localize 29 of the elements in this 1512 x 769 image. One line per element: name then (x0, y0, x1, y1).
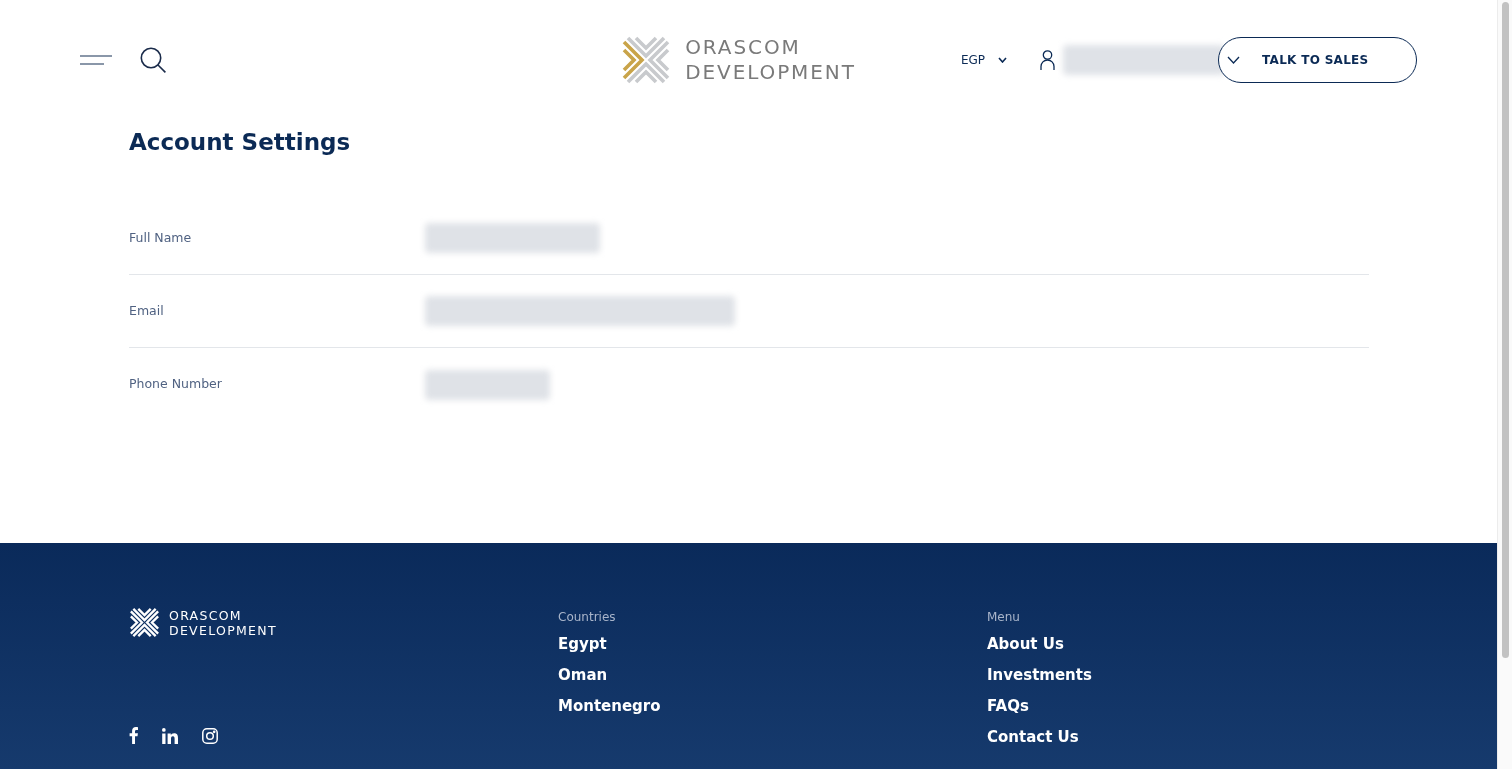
footer-link[interactable]: Oman (558, 660, 608, 691)
footer-link[interactable]: Egypt (558, 629, 607, 660)
facebook-icon[interactable] (129, 727, 138, 744)
logo-text: ORASCOM (685, 35, 801, 60)
footer-link[interactable]: Montenegro (558, 691, 661, 722)
user-icon[interactable] (1040, 50, 1055, 70)
menu-icon[interactable] (80, 55, 112, 65)
logo-text: DEVELOPMENT (169, 622, 277, 638)
footer-link[interactable]: About Us (987, 629, 1064, 660)
page-title: Account Settings (129, 128, 351, 156)
scrollbar-thumb[interactable] (1501, 2, 1509, 658)
footer-heading: Countries (558, 609, 616, 625)
field-label: Phone Number (129, 375, 222, 394)
logo-text: ORASCOM (169, 607, 242, 623)
footer-link[interactable]: FAQs (987, 691, 1029, 722)
currency-dropdown[interactable]: EGP (960, 51, 1007, 69)
logo-icon[interactable] (129, 607, 160, 638)
linkedin-icon[interactable] (162, 727, 178, 744)
talk-to-sales-button[interactable]: TALK TO SALES (1218, 37, 1417, 83)
field-label: Full Name (129, 228, 192, 247)
logo-text: DEVELOPMENT (685, 60, 856, 85)
footer-heading: Menu (987, 609, 1020, 625)
field-label: Email (129, 301, 164, 320)
footer-link[interactable]: Contact Us (987, 722, 1079, 753)
caret-icon (998, 57, 1007, 63)
instagram-icon[interactable] (202, 727, 218, 744)
search-icon[interactable] (140, 47, 166, 73)
footer-link[interactable]: Investments (987, 660, 1092, 691)
caret-icon (1227, 56, 1240, 64)
